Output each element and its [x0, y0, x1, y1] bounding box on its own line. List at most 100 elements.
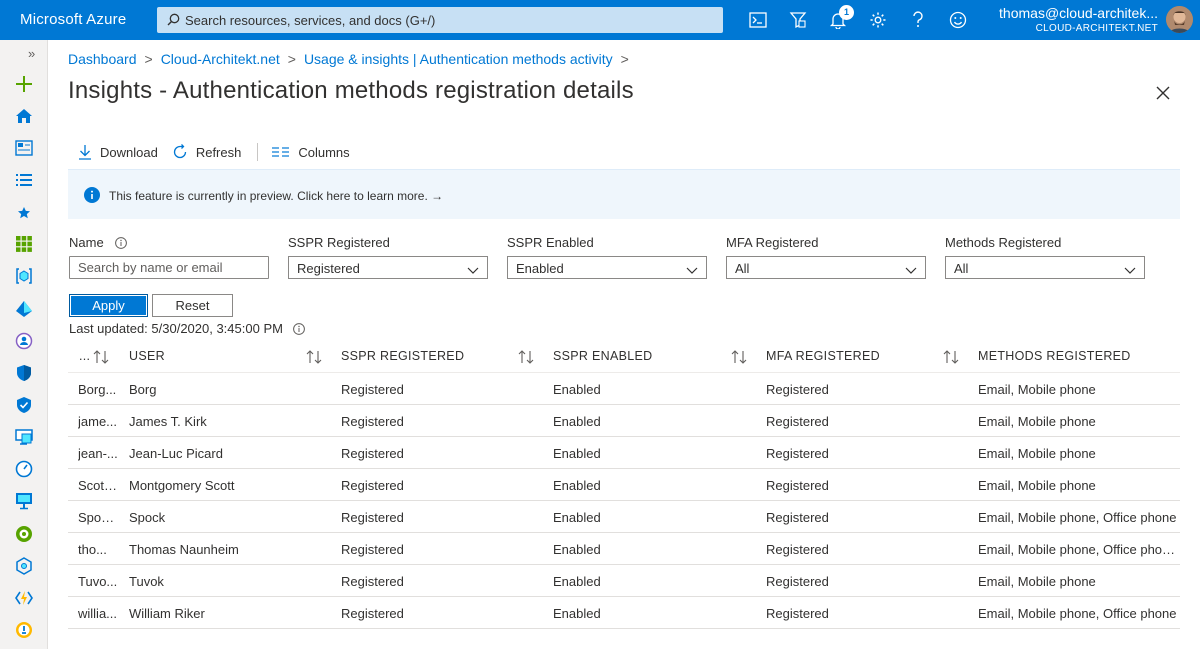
- column-header-sspr-enabled[interactable]: SSPR ENABLED: [553, 349, 652, 363]
- last-updated-info-icon[interactable]: [292, 323, 305, 338]
- methods-registered-dropdown[interactable]: All: [945, 256, 1145, 279]
- sspr-enabled-value: Enabled: [516, 261, 564, 276]
- cell-user[interactable]: Tuvok: [129, 574, 329, 589]
- all-services-icon[interactable]: [14, 170, 34, 190]
- dashboard-icon[interactable]: [14, 138, 34, 158]
- sspr-enabled-dropdown[interactable]: Enabled: [507, 256, 707, 279]
- account-email: thomas@cloud-architek...: [999, 5, 1158, 21]
- table-row[interactable]: Tuvo... Tuvok Registered Enabled Registe…: [68, 565, 1180, 597]
- virtual-machines-icon[interactable]: [14, 427, 34, 447]
- notifications-icon[interactable]: 1: [826, 5, 854, 32]
- sort-icon[interactable]: [518, 350, 534, 367]
- table-row[interactable]: jame... James T. Kirk Registered Enabled…: [68, 405, 1180, 437]
- all-resources-grid-icon[interactable]: [14, 234, 34, 254]
- download-button[interactable]: Download: [78, 144, 158, 160]
- sort-icon[interactable]: [731, 350, 747, 367]
- cell-user[interactable]: Jean-Luc Picard: [129, 446, 329, 461]
- settings-gear-icon[interactable]: [866, 8, 890, 32]
- cell-user[interactable]: Borg: [129, 382, 329, 397]
- directory-filter-icon[interactable]: [786, 8, 810, 32]
- download-label: Download: [100, 144, 158, 160]
- help-icon[interactable]: [906, 8, 930, 32]
- chevron-down-icon: [467, 263, 479, 278]
- cell-user[interactable]: Montgomery Scott: [129, 478, 329, 493]
- cell-methods-registered: Email, Mobile phone, Office phon...: [978, 542, 1180, 557]
- table-row[interactable]: Borg... Borg Registered Enabled Register…: [68, 373, 1180, 405]
- function-app-icon[interactable]: [14, 588, 34, 608]
- sort-icon[interactable]: [93, 350, 109, 367]
- last-updated-value: Last updated: 5/30/2020, 3:45:00 PM: [69, 321, 283, 336]
- cell-mfa-registered: Registered: [766, 382, 829, 397]
- cell-upn: jame...: [78, 414, 118, 429]
- azure-ad-icon[interactable]: [14, 299, 34, 319]
- download-icon: [79, 145, 91, 160]
- close-icon[interactable]: [1154, 84, 1172, 102]
- column-header-mfa-registered[interactable]: MFA REGISTERED: [766, 349, 880, 363]
- defender-shield-icon[interactable]: [14, 395, 34, 415]
- cell-sspr-registered: Registered: [341, 414, 404, 429]
- kubernetes-icon[interactable]: [14, 556, 34, 576]
- info-icon: [84, 187, 100, 206]
- column-header-user[interactable]: USER: [129, 349, 165, 363]
- advisor-icon[interactable]: [14, 620, 34, 640]
- global-search[interactable]: [157, 7, 723, 33]
- table-row[interactable]: jean-... Jean-Luc Picard Registered Enab…: [68, 437, 1180, 469]
- cell-sspr-registered: Registered: [341, 510, 404, 525]
- column-header-upn[interactable]: ...: [79, 349, 90, 363]
- cell-user[interactable]: Spock: [129, 510, 329, 525]
- mfa-registered-dropdown[interactable]: All: [726, 256, 926, 279]
- table-row[interactable]: willia... William Riker Registered Enabl…: [68, 597, 1180, 629]
- chevron-down-icon: [905, 263, 917, 278]
- chevron-down-icon: [686, 263, 698, 278]
- column-header-sspr-registered[interactable]: SSPR REGISTERED: [341, 349, 464, 363]
- mfa-registered-label: MFA Registered: [726, 235, 819, 250]
- account-menu[interactable]: thomas@cloud-architek... CLOUD-ARCHITEKT…: [988, 5, 1158, 34]
- feedback-smiley-icon[interactable]: [946, 8, 970, 32]
- create-resource-icon[interactable]: [14, 74, 34, 94]
- name-search-input[interactable]: [69, 256, 269, 279]
- cell-sspr-registered: Registered: [341, 446, 404, 461]
- cell-sspr-enabled: Enabled: [553, 446, 601, 461]
- preview-info-banner[interactable]: This feature is currently in preview. Cl…: [68, 169, 1180, 219]
- cell-sspr-enabled: Enabled: [553, 510, 601, 525]
- table-row[interactable]: tho... Thomas Naunheim Registered Enable…: [68, 533, 1180, 565]
- cell-user[interactable]: James T. Kirk: [129, 414, 329, 429]
- breadcrumb-tenant[interactable]: Cloud-Architekt.net: [161, 51, 280, 67]
- favorites-star-icon[interactable]: [14, 203, 34, 223]
- sort-icon[interactable]: [943, 350, 959, 367]
- table-row[interactable]: Scott... Montgomery Scott Registered Ena…: [68, 469, 1180, 501]
- cell-user[interactable]: Thomas Naunheim: [129, 542, 329, 557]
- sspr-registered-dropdown[interactable]: Registered: [288, 256, 488, 279]
- resource-groups-icon[interactable]: [14, 266, 34, 286]
- cell-sspr-enabled: Enabled: [553, 382, 601, 397]
- avatar[interactable]: [1166, 6, 1193, 33]
- breadcrumb-dashboard[interactable]: Dashboard: [68, 51, 137, 67]
- apply-button[interactable]: Apply: [69, 294, 148, 317]
- cell-upn: tho...: [78, 542, 107, 557]
- collapse-menu-button[interactable]: »: [28, 46, 35, 61]
- reset-button[interactable]: Reset: [152, 294, 233, 317]
- cell-sspr-enabled: Enabled: [553, 478, 601, 493]
- page-title: Insights - Authentication methods regist…: [68, 77, 634, 104]
- cell-sspr-registered: Registered: [341, 574, 404, 589]
- cloud-shell-icon[interactable]: [746, 8, 770, 32]
- virtual-desktop-icon[interactable]: [14, 491, 34, 511]
- portal-brand[interactable]: Microsoft Azure: [20, 11, 126, 28]
- sort-icon[interactable]: [306, 350, 322, 367]
- cell-mfa-registered: Registered: [766, 478, 829, 493]
- cell-sspr-registered: Registered: [341, 382, 404, 397]
- security-shield-icon[interactable]: [14, 363, 34, 383]
- column-header-methods-registered[interactable]: METHODS REGISTERED: [978, 349, 1131, 363]
- cost-management-icon[interactable]: [14, 524, 34, 544]
- breadcrumb-usage-insights[interactable]: Usage & insights | Authentication method…: [304, 51, 613, 67]
- identity-protection-icon[interactable]: [14, 331, 34, 351]
- refresh-button[interactable]: Refresh: [172, 144, 241, 160]
- monitor-gauge-icon[interactable]: [14, 459, 34, 479]
- home-icon[interactable]: [14, 106, 34, 126]
- table-row[interactable]: Spoc... Spock Registered Enabled Registe…: [68, 501, 1180, 533]
- cell-user[interactable]: William Riker: [129, 606, 329, 621]
- columns-button[interactable]: Columns: [272, 145, 350, 160]
- name-info-icon[interactable]: [115, 237, 128, 252]
- cell-methods-registered: Email, Mobile phone: [978, 574, 1096, 589]
- search-input[interactable]: [185, 7, 715, 33]
